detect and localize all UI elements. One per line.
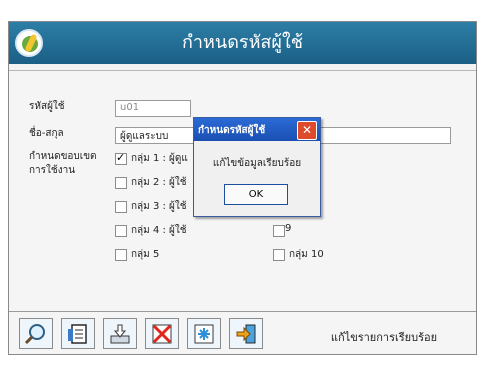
ok-button[interactable]: OK bbox=[224, 184, 288, 205]
group-2-label: กลุ่ม 2 : ผู้ใช้ bbox=[131, 177, 187, 188]
group-1-checkbox[interactable] bbox=[115, 151, 127, 165]
save-tray-icon bbox=[110, 324, 130, 344]
group-3-label: กลุ่ม 3 : ผู้ใช้ bbox=[131, 201, 187, 212]
close-icon[interactable]: ✕ bbox=[297, 121, 317, 140]
magnifier-icon bbox=[24, 324, 45, 345]
user-code-field[interactable]: u01 bbox=[115, 100, 191, 117]
title-bar: กำหนดรหัสผู้ใช้ bbox=[9, 22, 476, 64]
delete-x-icon bbox=[152, 324, 172, 344]
group-10-checkbox[interactable] bbox=[273, 249, 285, 261]
dialog-message: แก้ไขข้อมูลเรียบร้อย bbox=[212, 158, 302, 169]
delete-button[interactable] bbox=[145, 318, 179, 349]
dialog-title-bar: กำหนดรหัสผู้ใช้ ✕ bbox=[194, 118, 320, 141]
new-sparkle-icon bbox=[194, 324, 214, 344]
edit-button[interactable] bbox=[61, 318, 95, 349]
group-4-label: กลุ่ม 4 : ผู้ใช้ bbox=[131, 225, 187, 236]
exit-button[interactable] bbox=[229, 318, 263, 349]
group-3-checkbox[interactable] bbox=[115, 201, 127, 213]
group-5-label: กลุ่ม 5 bbox=[131, 249, 160, 260]
group-10-label: กลุ่ม 10 bbox=[289, 249, 324, 260]
scope-label-line2: การใช้งาน bbox=[29, 165, 76, 176]
group-9-label: 9 bbox=[285, 223, 292, 234]
message-dialog: กำหนดรหัสผู้ใช้ ✕ แก้ไขข้อมูลเรียบร้อย O… bbox=[193, 117, 321, 217]
dialog-title: กำหนดรหัสผู้ใช้ bbox=[198, 125, 266, 136]
group-2-checkbox[interactable] bbox=[115, 177, 127, 189]
search-button[interactable] bbox=[19, 318, 53, 349]
scope-label: กำหนดขอบเขต การใช้งาน bbox=[29, 150, 97, 178]
group-5-checkbox[interactable] bbox=[115, 249, 127, 261]
toolbar: แก้ไขรายการเรียบร้อย bbox=[9, 311, 476, 354]
new-button[interactable] bbox=[187, 318, 221, 349]
user-code-label: รหัสผู้ใช้ bbox=[29, 101, 65, 112]
save-button[interactable] bbox=[103, 318, 137, 349]
group-9-checkbox[interactable] bbox=[273, 225, 285, 237]
group-1-label: กลุ่ม 1 : ผู้ดูแ bbox=[131, 153, 188, 164]
edit-document-icon bbox=[68, 324, 87, 344]
status-text: แก้ไขรายการเรียบร้อย bbox=[330, 331, 438, 344]
group-4-checkbox[interactable] bbox=[115, 225, 127, 237]
exit-arrow-icon bbox=[236, 324, 256, 344]
window-title: กำหนดรหัสผู้ใช้ bbox=[182, 32, 303, 53]
scope-label-line1: กำหนดขอบเขต bbox=[29, 151, 97, 162]
fullname-label: ชื่อ-สกุล bbox=[29, 128, 64, 139]
